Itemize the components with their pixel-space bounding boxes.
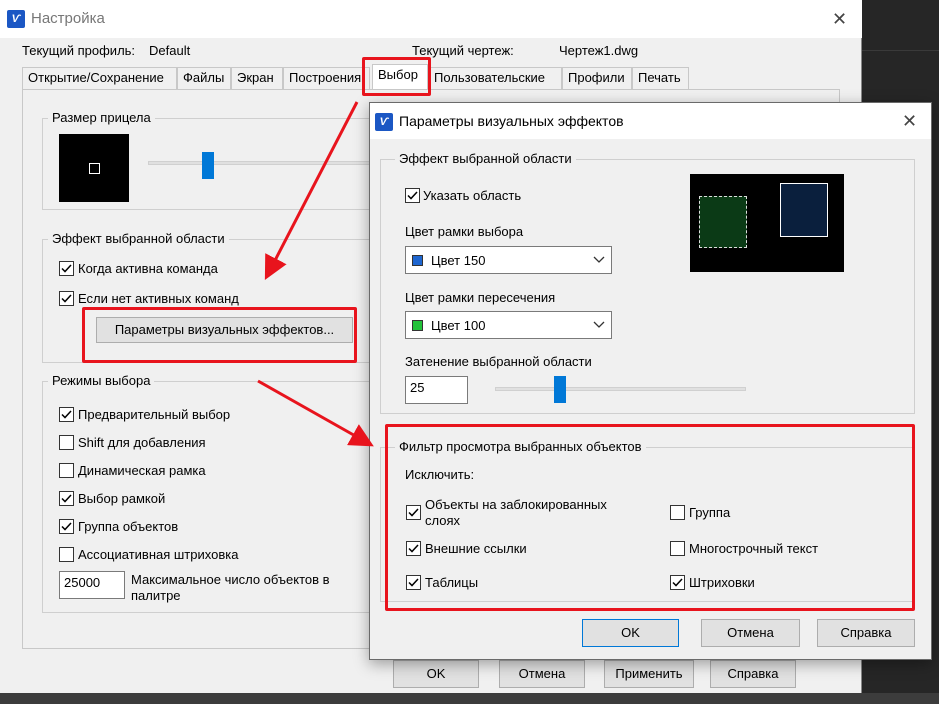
arrow-to-button (264, 101, 359, 280)
annotation-arrows (257, 101, 374, 447)
arrow-to-filter (257, 379, 374, 447)
